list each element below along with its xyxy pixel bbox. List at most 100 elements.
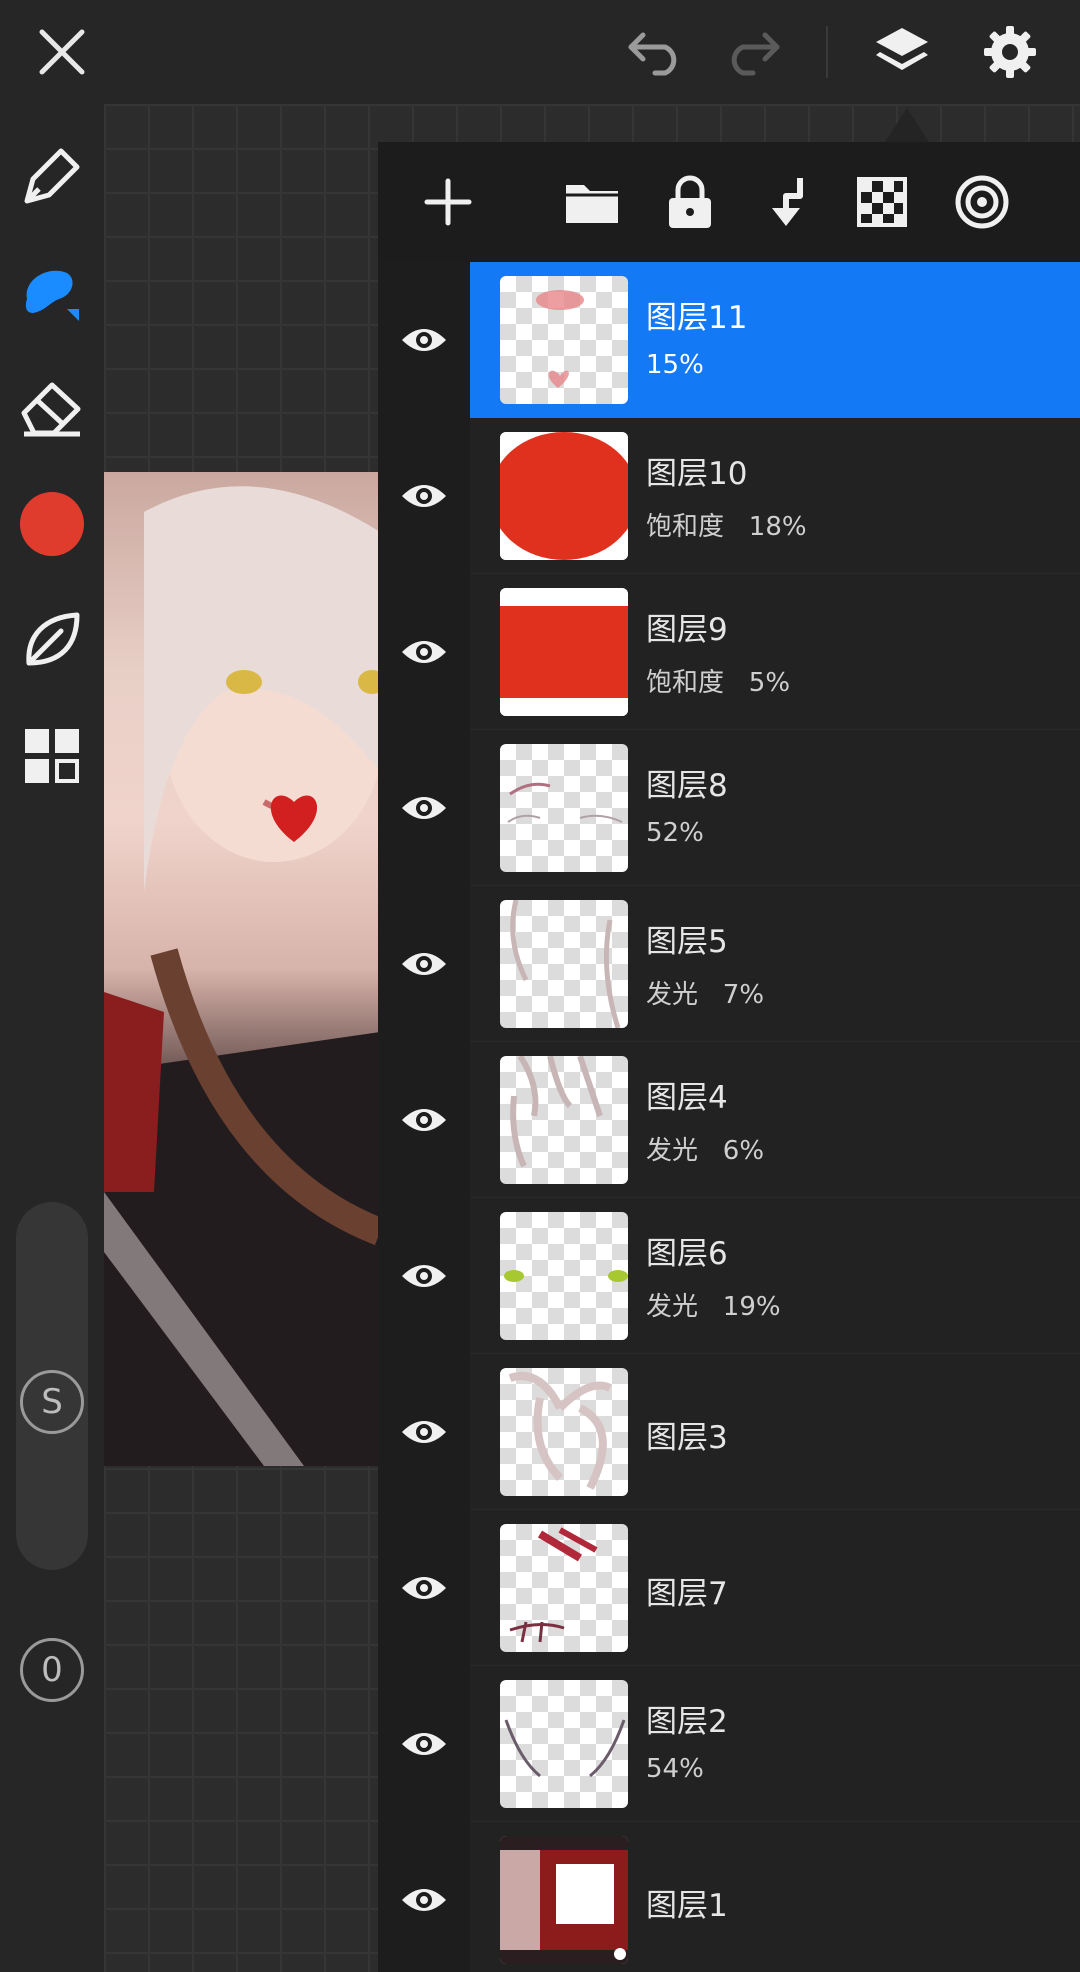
visibility-toggle[interactable] (378, 1198, 470, 1354)
layer-row[interactable]: 图层8 52% (378, 730, 1080, 886)
eye-icon (402, 797, 446, 819)
layer-thumbnail (500, 276, 628, 404)
layer-row[interactable]: 图层3 (378, 1354, 1080, 1510)
visibility-toggle[interactable] (378, 418, 470, 574)
visibility-toggle[interactable] (378, 1042, 470, 1198)
color-swatch (20, 492, 84, 556)
visibility-toggle[interactable] (378, 886, 470, 1042)
layer-thumbnail (500, 432, 628, 560)
target-icon (955, 175, 1009, 229)
layer-body[interactable]: 图层3 (470, 1354, 1080, 1510)
layer-blend-opacity: 发光 19% (646, 1292, 781, 1322)
layer-blend-opacity: 15% (646, 350, 704, 380)
layer-name: 图层8 (646, 768, 728, 804)
layer-name: 图层11 (646, 300, 748, 336)
lock-layer-button[interactable] (652, 164, 728, 240)
eye-icon (402, 1265, 446, 1287)
settings-button[interactable] (970, 12, 1050, 92)
layer-blend-opacity: 54% (646, 1754, 704, 1784)
merge-down-button[interactable] (750, 164, 826, 240)
visibility-toggle[interactable] (378, 262, 470, 418)
eye-icon (402, 1889, 446, 1911)
layer-name: 图层2 (646, 1704, 728, 1740)
layer-body[interactable]: 图层11 15% (470, 262, 1080, 418)
layer-body[interactable]: 图层2 54% (470, 1666, 1080, 1822)
eye-icon (402, 329, 446, 351)
visibility-toggle[interactable] (378, 1822, 470, 1972)
eye-icon (402, 641, 446, 663)
add-layer-icon (424, 178, 472, 226)
layer-row[interactable]: 图层1 (378, 1822, 1080, 1972)
layer-name: 图层7 (646, 1576, 728, 1612)
layer-name: 图层1 (646, 1888, 728, 1924)
color-swatch-button[interactable] (14, 486, 90, 562)
layer-row[interactable]: 图层2 54% (378, 1666, 1080, 1822)
eye-icon (402, 1733, 446, 1755)
undo-button[interactable] (616, 12, 696, 92)
leaf-tool-button[interactable] (14, 602, 90, 678)
toolbar-divider (826, 26, 828, 78)
eye-icon (402, 1577, 446, 1599)
layer-body[interactable]: 图层5 发光 7% (470, 886, 1080, 1042)
reference-button[interactable] (944, 164, 1020, 240)
visibility-toggle[interactable] (378, 730, 470, 886)
layer-name: 图层4 (646, 1080, 728, 1116)
layer-thumbnail (500, 1524, 628, 1652)
layer-name: 图层3 (646, 1420, 728, 1456)
opacity-label[interactable]: 0 (20, 1638, 84, 1702)
pen-tool-button[interactable] (14, 138, 90, 214)
visibility-toggle[interactable] (378, 1354, 470, 1510)
size-label: S (20, 1370, 84, 1434)
visibility-toggle[interactable] (378, 1666, 470, 1822)
layer-row[interactable]: 图层11 15% (378, 262, 1080, 418)
eye-icon (402, 485, 446, 507)
layer-body[interactable]: 图层8 52% (470, 730, 1080, 886)
new-folder-button[interactable] (554, 164, 630, 240)
lock-icon (669, 175, 711, 228)
transparency-lock-button[interactable] (844, 164, 920, 240)
undo-icon (628, 32, 677, 76)
redo-button[interactable] (712, 12, 792, 92)
layer-row[interactable]: 图层9 饱和度 5% (378, 574, 1080, 730)
artwork-preview (104, 472, 380, 1466)
redo-icon (731, 32, 780, 76)
transparency-icon (857, 177, 907, 227)
settings-icon (984, 26, 1036, 78)
layer-blend-opacity: 饱和度 5% (646, 668, 791, 698)
layer-thumbnail (500, 588, 628, 716)
layer-row[interactable]: 图层10 饱和度 18% (378, 418, 1080, 574)
add-layer-button[interactable] (410, 164, 486, 240)
layer-body[interactable]: 图层10 饱和度 18% (470, 418, 1080, 574)
artwork-illustration (104, 486, 380, 1466)
layer-body[interactable]: 图层4 发光 6% (470, 1042, 1080, 1198)
layer-row[interactable]: 图层4 发光 6% (378, 1042, 1080, 1198)
close-icon (39, 29, 85, 75)
grid-icon (25, 729, 79, 783)
smudge-brush-button[interactable] (14, 254, 90, 330)
layer-body[interactable]: 图层6 发光 19% (470, 1198, 1080, 1354)
close-button[interactable] (22, 12, 102, 92)
panel-caret (885, 108, 929, 142)
layer-row[interactable]: 图层6 发光 19% (378, 1198, 1080, 1354)
layer-thumbnail (500, 1836, 628, 1964)
eraser-icon (21, 382, 81, 437)
eye-icon (402, 1109, 446, 1131)
layer-thumbnail (500, 1680, 628, 1808)
pen-icon (24, 148, 80, 204)
layer-body[interactable]: 图层9 饱和度 5% (470, 574, 1080, 730)
visibility-toggle[interactable] (378, 574, 470, 730)
layer-blend-opacity: 52% (646, 818, 704, 848)
eraser-button[interactable] (14, 370, 90, 446)
gallery-grid-button[interactable] (14, 718, 90, 794)
layer-thumbnail (500, 744, 628, 872)
layer-body[interactable]: 图层1 (470, 1822, 1080, 1972)
layers-button[interactable] (862, 12, 942, 92)
layer-row[interactable]: 图层5 发光 7% (378, 886, 1080, 1042)
top-bar (0, 0, 1080, 104)
layer-blend-opacity: 发光 7% (646, 980, 765, 1010)
layer-body[interactable]: 图层7 (470, 1510, 1080, 1666)
visibility-toggle[interactable] (378, 1510, 470, 1666)
layer-name: 图层9 (646, 612, 728, 648)
layer-row[interactable]: 图层7 (378, 1510, 1080, 1666)
layers-panel-toolbar (378, 142, 1080, 262)
